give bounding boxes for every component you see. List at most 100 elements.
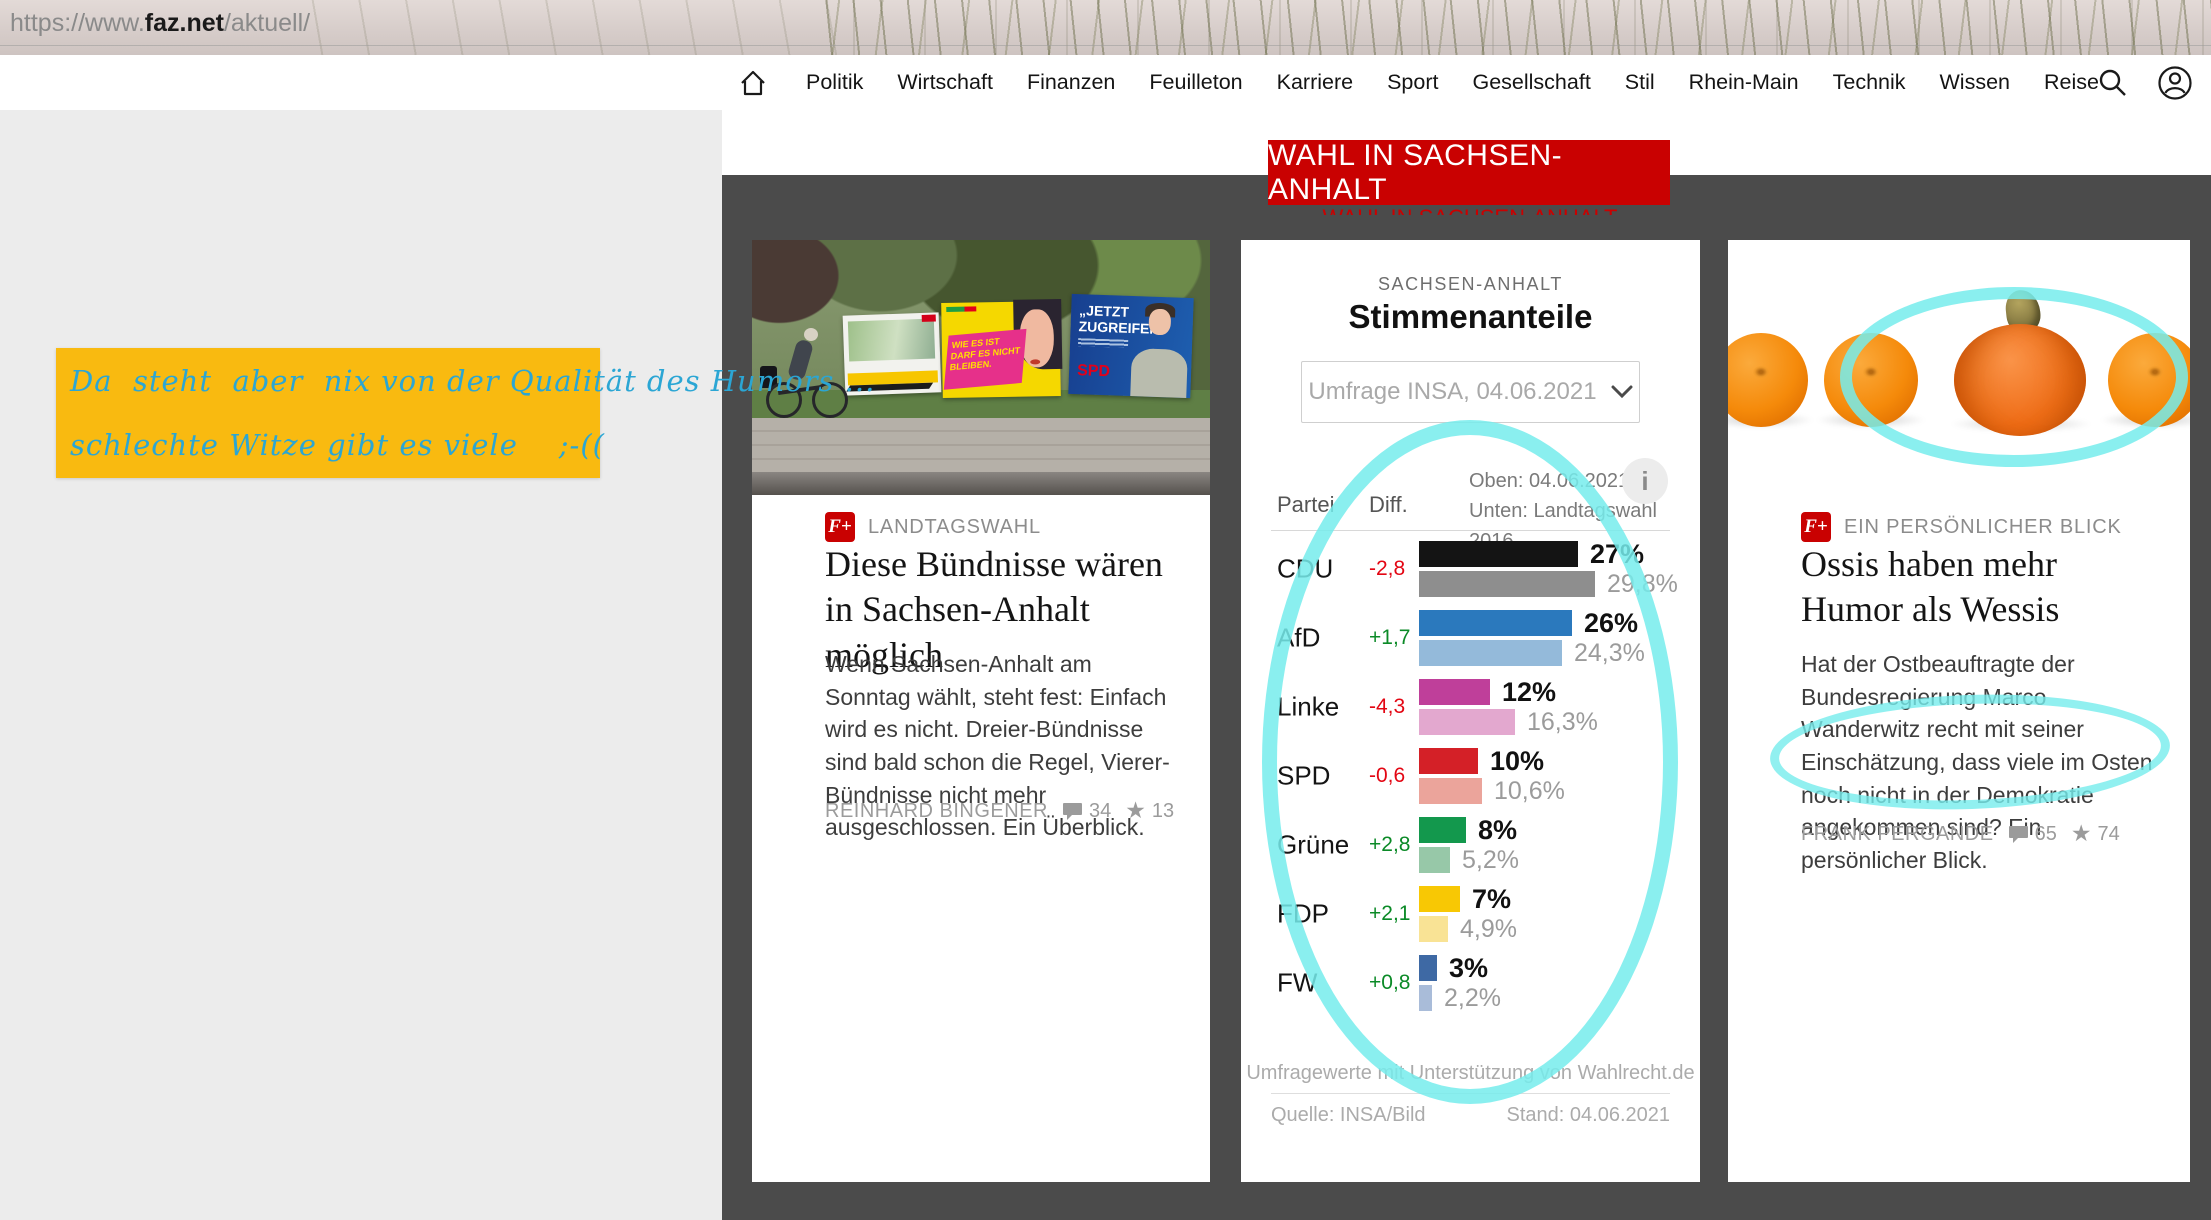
orange-2 [1824,333,1918,427]
article-byline: FRANK PERGANDE 65 ★ 74 [1801,822,2120,846]
value-current-fdp: 7% [1472,883,1512,914]
nav-item-karriere[interactable]: Karriere [1277,70,1353,95]
screen: https://www.faz.net/aktuell/ Politik Wirt… [0,0,2211,1220]
topic-banner-clipped-echo: WAHL IN SACHSEN-ANHALT [1320,205,1620,215]
chart-row-afd: AfD +1,7 26% 24,3% [1241,608,1700,667]
value-current-linke: 12% [1502,676,1557,707]
article-image-oranges-pumpkin[interactable] [1728,240,2190,495]
banner-photo-grass-left [300,0,860,55]
url-text[interactable]: https://www.faz.net/aktuell/ [10,9,310,38]
chart-stand: Stand: 04.06.2021 [1506,1104,1670,1126]
kicker-label: EIN PERSÖNLICHER BLICK [1844,515,2122,538]
article-headline[interactable]: Ossis haben mehr Humor als Wessis [1801,542,2166,633]
chart-row-linke: Linke -4,3 12% 16,3% [1241,677,1700,736]
comment-icon [1062,803,1082,820]
bars-fdp: 7% 4,9% [1419,883,1517,946]
nav-item-rhein-main[interactable]: Rhein-Main [1689,70,1799,95]
kicker-label: LANDTAGSWAHL [868,515,1041,538]
diff-value-cdu: -2,8 [1369,557,1406,580]
home-icon[interactable] [738,68,768,98]
bar-previous-cdu [1419,571,1595,597]
nav-item-wissen[interactable]: Wissen [1940,70,2010,95]
bar-current-grne [1419,817,1466,843]
party-label-afd: AfD [1277,622,1321,653]
party-label-linke: Linke [1277,691,1340,722]
column-header-party: Partei [1277,492,1335,517]
value-current-fw: 3% [1449,952,1489,983]
diff-value-linke: -4,3 [1369,695,1406,718]
value-previous-grne: 5,2% [1462,845,1519,874]
browser-url-bar[interactable]: https://www.faz.net/aktuell/ [0,0,2211,55]
sticky-note-line1: Da steht aber nix von der Qualität des H… [70,364,876,398]
nav-item-gesellschaft[interactable]: Gesellschaft [1472,70,1590,95]
user-icon[interactable] [2157,65,2193,101]
chart-row-fdp: FDP +2,1 7% 4,9% [1241,884,1700,943]
bar-current-spd [1419,748,1478,774]
author-name: FRANK PERGANDE [1801,823,1994,845]
nav-item-technik[interactable]: Technik [1833,70,1906,95]
bar-previous-fdp [1419,916,1448,942]
sticky-note-line2: schlechte Witze gibt es viele ;-(( [70,428,605,462]
bars-linke: 12% 16,3% [1419,676,1598,739]
chart-row-fw: FW +0,8 3% 2,2% [1241,953,1700,1012]
diff-value-fw: +0,8 [1369,971,1411,994]
left-background-panel [0,110,722,1220]
diff-value-fdp: +2,1 [1369,902,1411,925]
search-icon[interactable] [2097,67,2129,99]
article-card-ossis: F+ EIN PERSÖNLICHER BLICK Ossis haben me… [1728,240,2190,1182]
value-previous-spd: 10,6% [1494,776,1565,805]
bar-current-fdp [1419,886,1460,912]
bar-current-afd [1419,610,1572,636]
chart-region-label: SACHSEN-ANHALT [1377,274,1564,294]
bar-previous-spd [1419,778,1482,804]
chart-card-stimmenanteile: SACHSEN-ANHALT Stimmenanteile Umfrage IN… [1241,240,1700,1182]
chart-row-cdu: CDU -2,8 27% 29,8% [1241,539,1700,598]
bars-cdu: 27% 29,8% [1419,539,1678,601]
nav-item-reise[interactable]: Reise [2044,70,2099,95]
chart-rows: CDU -2,8 27% 29,8% AfD +1,7 26% 24,3% Linke -4,3 1… [1241,539,1700,1024]
value-previous-cdu: 29,8% [1607,569,1678,598]
chart-row-grne: Grüne +2,8 8% 5,2% [1241,814,1700,874]
diff-value-spd: -0,6 [1369,764,1406,787]
nav-item-feuilleton[interactable]: Feuilleton [1149,70,1242,95]
nav-item-wirtschaft[interactable]: Wirtschaft [897,70,993,95]
value-current-afd: 26% [1584,607,1639,638]
nav-item-stil[interactable]: Stil [1625,70,1655,95]
value-current-grne: 8% [1478,814,1518,845]
bar-previous-fw [1419,985,1432,1011]
bar-previous-grne [1419,847,1450,873]
nav-item-politik[interactable]: Politik [806,70,863,95]
bar-current-cdu [1419,541,1578,567]
diff-value-grne: +2,8 [1369,833,1411,856]
poll-selector-dropdown[interactable]: Umfrage INSA, 04.06.2021 [1301,361,1640,423]
value-previous-afd: 24,3% [1574,638,1645,667]
article-byline: REINHARD BINGENER 34 ★ 13 [825,799,1174,823]
stars-stat[interactable]: ★ 13 [1125,799,1174,823]
bar-current-linke [1419,679,1490,705]
fplus-icon: F+ [825,512,855,542]
party-label-cdu: CDU [1277,553,1334,584]
bars-afd: 26% 24,3% [1419,607,1645,670]
value-previous-linke: 16,3% [1527,707,1598,736]
sticky-note-annotation: Da steht aber nix von der Qualität des H… [56,348,876,478]
topic-banner-label: WAHL IN SACHSEN-ANHALT [1268,138,1563,206]
comments-stat[interactable]: 65 [2008,823,2057,846]
bar-current-fw [1419,955,1437,981]
chart-row-spd: SPD -0,6 10% 10,6% [1241,746,1700,805]
chart-legend: Partei Diff. Oben: 04.06.2021 Unten: Lan… [1241,458,1700,552]
bars-spd: 10% 10,6% [1419,745,1565,808]
stars-stat[interactable]: ★ 74 [2071,822,2120,846]
posters-scene-sidewalk [752,418,1210,474]
nav-item-finanzen[interactable]: Finanzen [1027,70,1115,95]
poster-gruene: WIE ES IST DARF ES NICHT BLEIBEN. [941,298,1063,399]
comments-stat[interactable]: 34 [1062,800,1111,823]
bar-previous-afd [1419,640,1562,666]
bars-fw: 3% 2,2% [1419,952,1501,1015]
value-current-spd: 10% [1490,745,1545,776]
fplus-icon: F+ [1801,512,1831,542]
banner-photo-grass [820,0,2211,55]
nav-item-sport[interactable]: Sport [1387,70,1438,95]
info-icon[interactable]: i [1622,458,1668,504]
main-navigation: Politik Wirtschaft Finanzen Feuilleton Karri… [0,55,2211,110]
topic-banner[interactable]: WAHL IN SACHSEN-ANHALT [1268,138,1670,206]
